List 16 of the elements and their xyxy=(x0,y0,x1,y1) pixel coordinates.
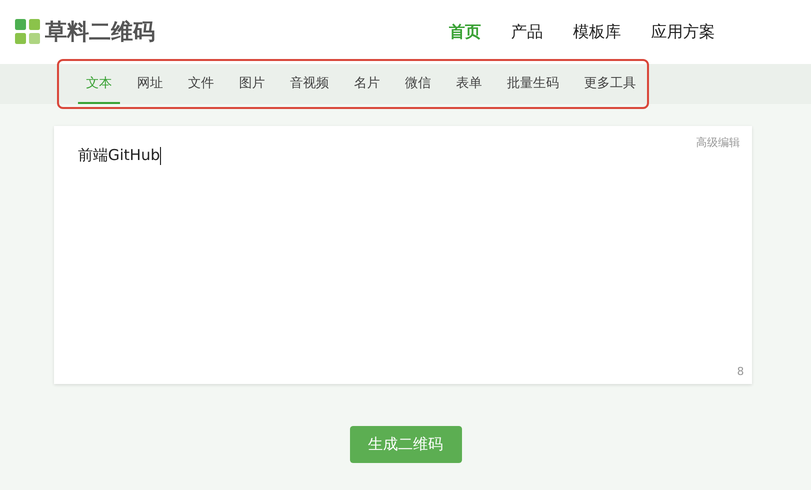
tab[interactable]: 微信 xyxy=(397,64,439,104)
tab[interactable]: 网址 xyxy=(129,64,171,104)
logo-text: 草料二维码 xyxy=(45,19,155,47)
nav-link[interactable]: 模板库 xyxy=(573,22,621,42)
tab[interactable]: 文件 xyxy=(180,64,222,104)
tab[interactable]: 图片 xyxy=(231,64,273,104)
logo-icon xyxy=(15,19,41,45)
text-area[interactable]: 前端GitHub xyxy=(78,146,161,165)
tab[interactable]: 音视频 xyxy=(282,64,337,104)
character-count: 8 xyxy=(737,365,744,378)
tab[interactable]: 名片 xyxy=(346,64,388,104)
nav-link[interactable]: 产品 xyxy=(511,22,543,42)
tab[interactable]: 批量生码 xyxy=(499,64,567,104)
nav-link[interactable]: 应用方案 xyxy=(651,22,715,42)
tab[interactable]: 表单 xyxy=(448,64,490,104)
tab[interactable]: 更多工具 xyxy=(576,64,644,104)
